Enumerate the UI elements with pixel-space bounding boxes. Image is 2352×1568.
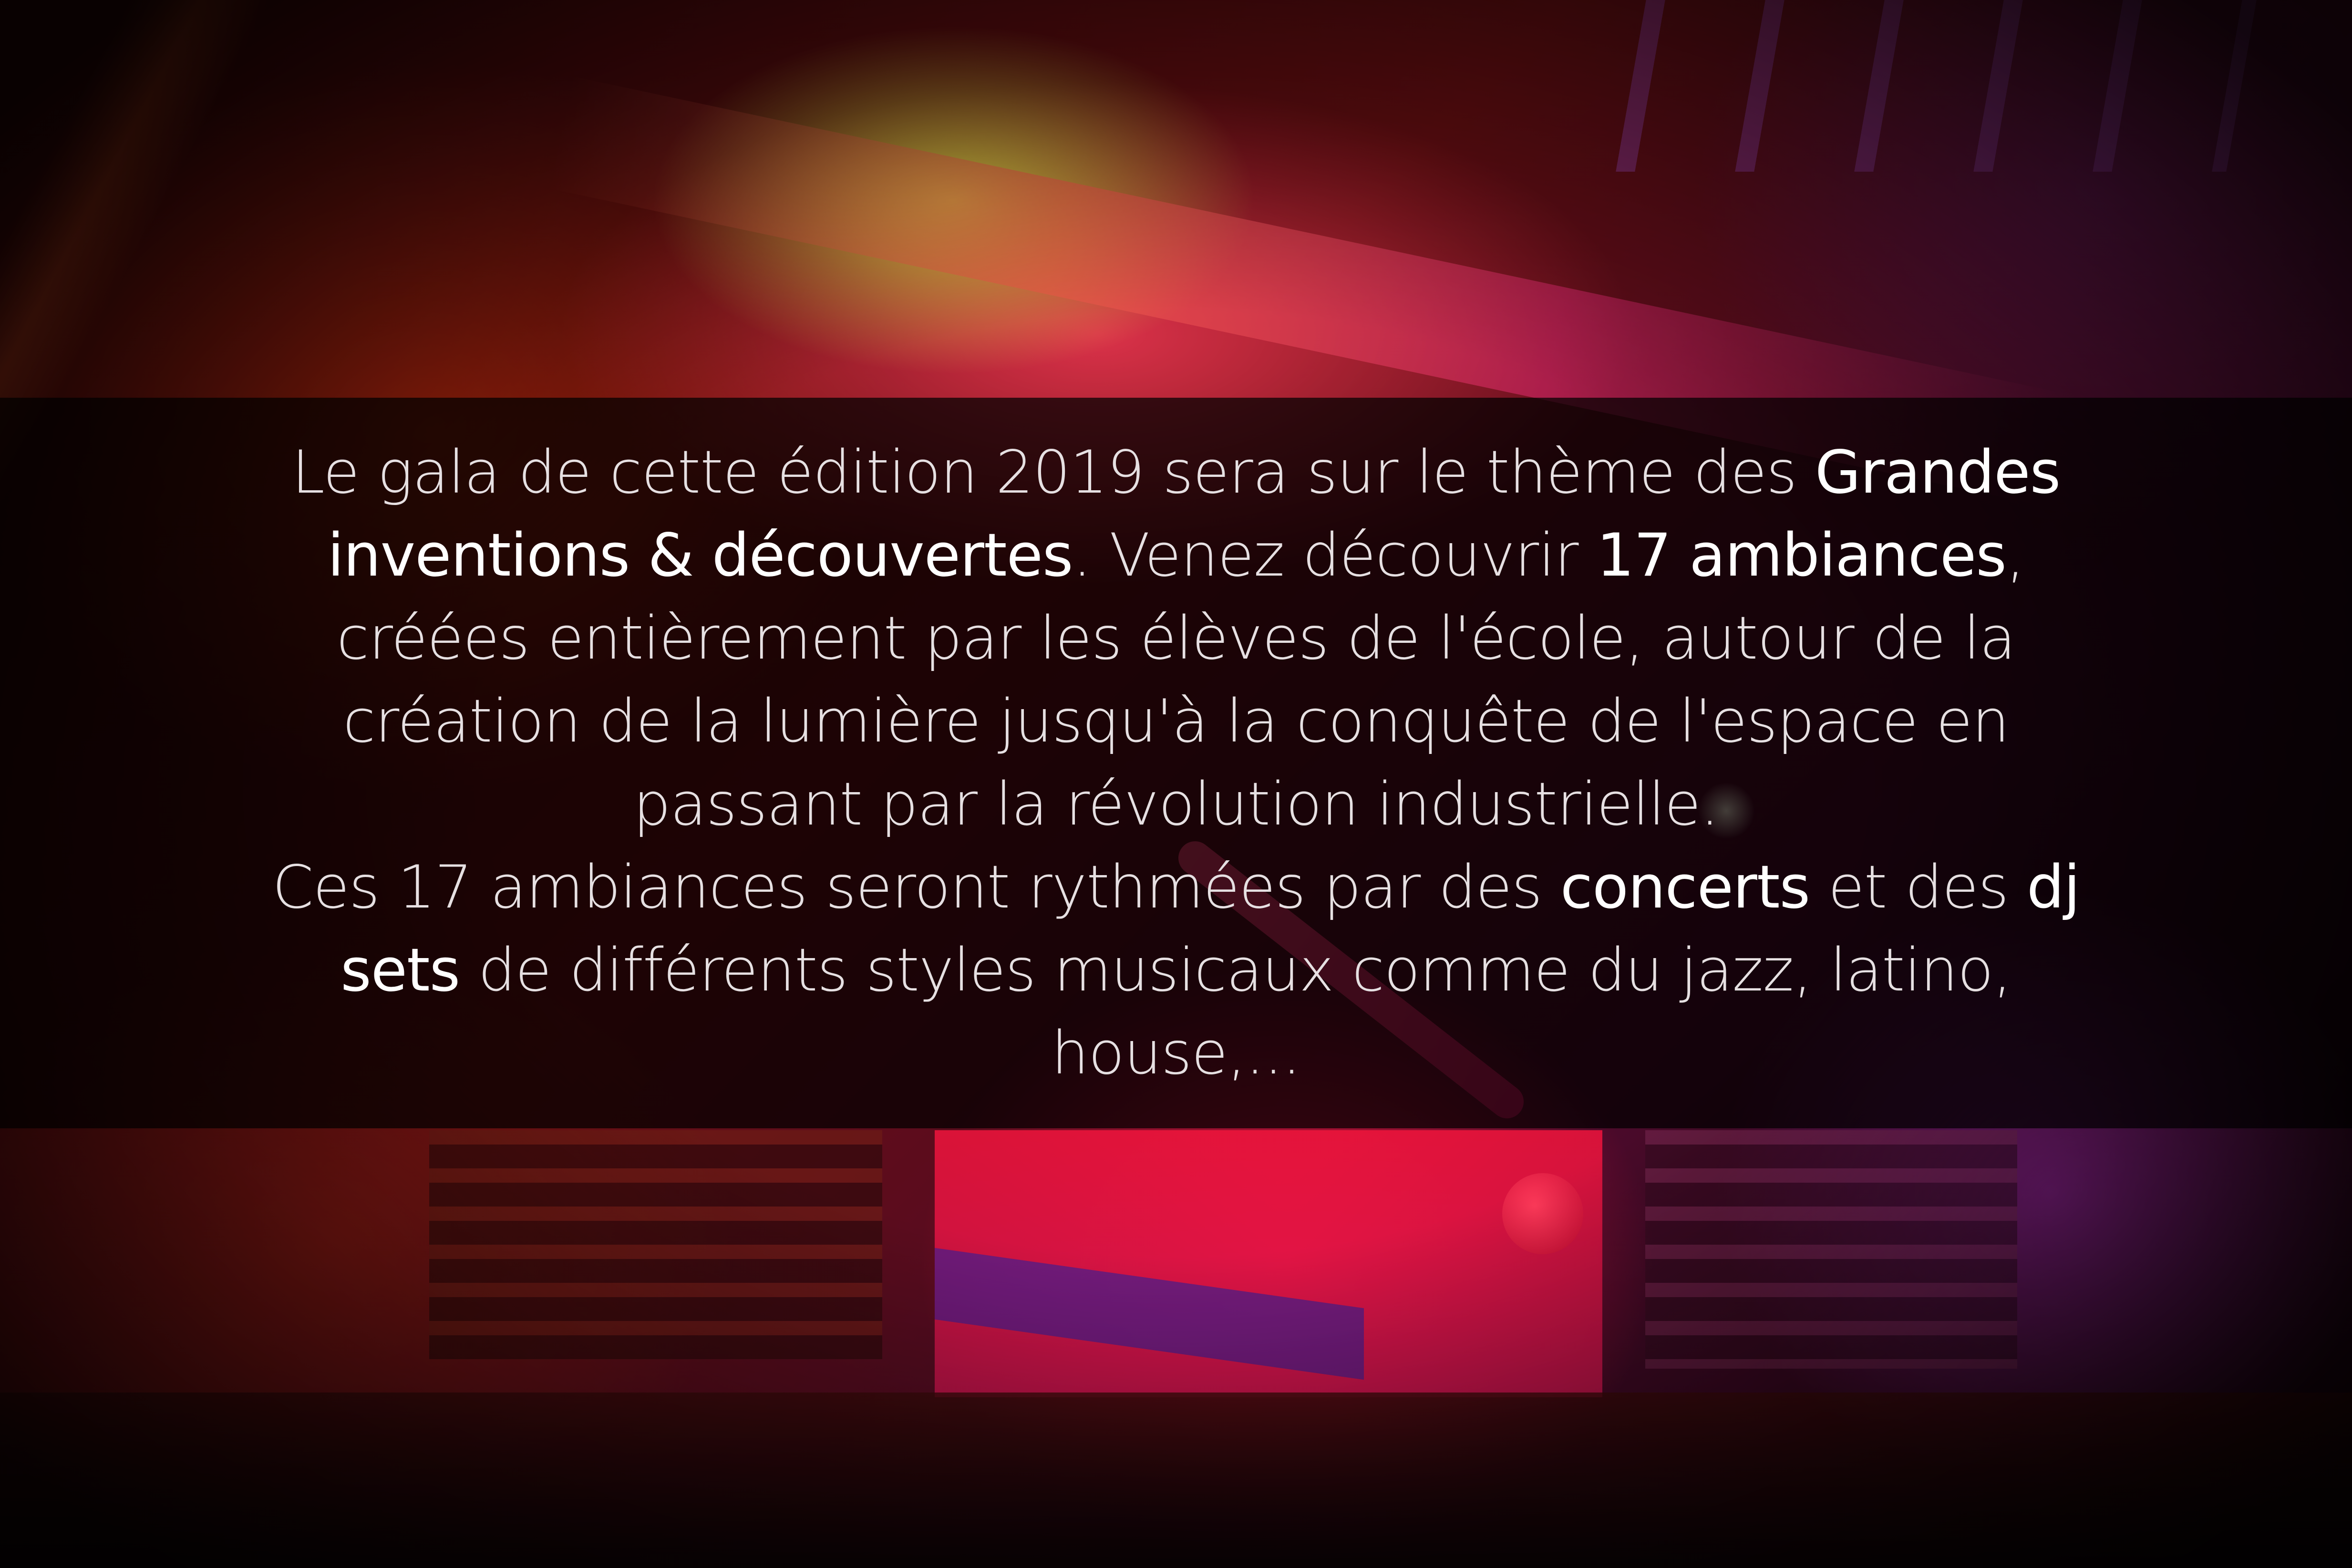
text-overlay-band: Le gala de cette édition 2019 sera sur l… <box>0 398 2352 1128</box>
rail-knob <box>1502 1173 1583 1254</box>
text-segment: Ces 17 ambiances seront rythmées par des <box>272 853 1560 922</box>
railing <box>1558 0 2257 172</box>
paragraph-theme: Le gala de cette édition 2019 sera sur l… <box>246 431 2106 846</box>
text-segment: et des <box>1810 853 2027 922</box>
stair-steps-right <box>1645 1130 2017 1369</box>
highlight-concerts: concerts <box>1560 853 1810 922</box>
stair-steps <box>429 1130 882 1359</box>
text-segment: Le gala de cette édition 2019 sera sur l… <box>291 438 1815 507</box>
bottom-floor <box>0 1393 2352 1568</box>
description-text: Le gala de cette édition 2019 sera sur l… <box>246 431 2106 1095</box>
paragraph-music: Ces 17 ambiances seront rythmées par des… <box>246 846 2106 1095</box>
poster: Le gala de cette édition 2019 sera sur l… <box>0 0 2352 1568</box>
text-segment: . Venez découvrir <box>1073 521 1597 590</box>
text-segment: de différents styles musicaux comme du j… <box>460 936 2012 1088</box>
highlight-ambiances: 17 ambiances <box>1597 521 2007 590</box>
